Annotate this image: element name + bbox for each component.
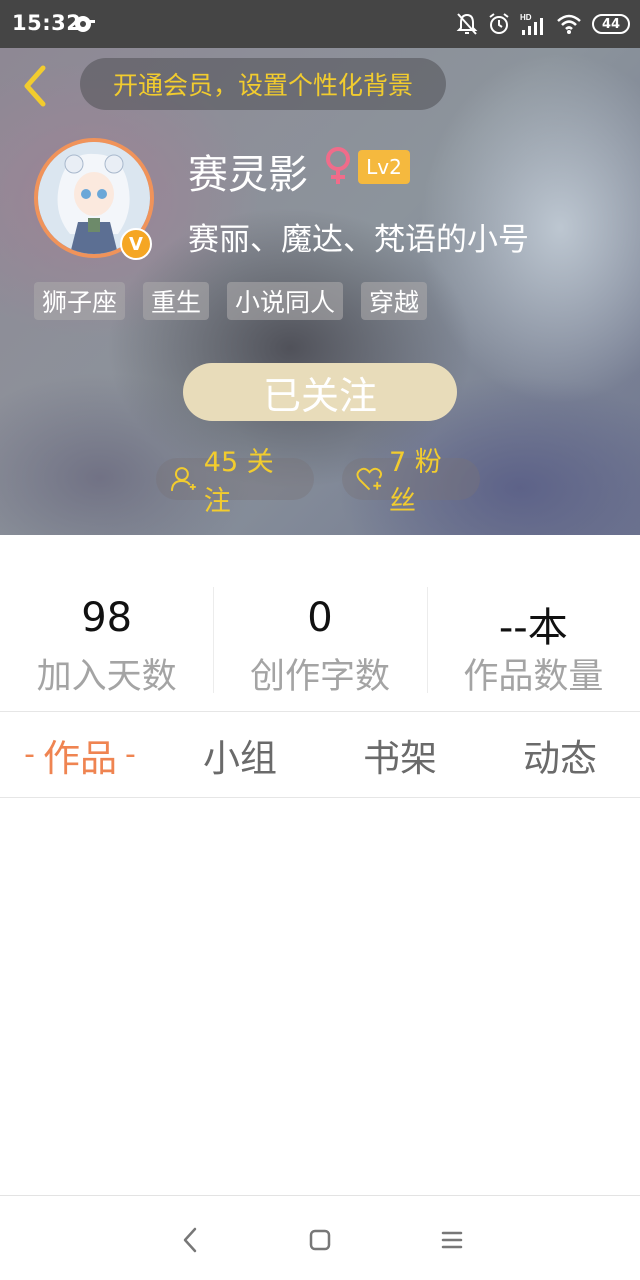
female-icon bbox=[326, 147, 350, 184]
nav-home-button[interactable] bbox=[302, 1222, 338, 1258]
profile-header: 开通会员，设置个性化背景 V 赛灵影 Lv2 赛丽、魔达、梵语的小号 狮子座 重… bbox=[0, 48, 640, 535]
status-bar: 15:32 HD 44 bbox=[0, 0, 640, 48]
back-button[interactable] bbox=[14, 62, 54, 110]
stat-label: 加入天数 bbox=[36, 657, 177, 697]
tab-label: 作品 bbox=[43, 736, 117, 780]
profile-tabs: - 作品 - 小组 书架 动态 bbox=[0, 711, 640, 798]
tab-label: 小组 bbox=[203, 736, 277, 780]
media-icon bbox=[75, 16, 95, 32]
tag-list: 狮子座 重生 小说同人 穿越 bbox=[34, 282, 428, 320]
level-badge: Lv2 bbox=[358, 150, 410, 184]
stat-join-days: 98 加入天数 bbox=[0, 535, 213, 711]
tag[interactable]: 穿越 bbox=[361, 282, 428, 320]
back-arrow-icon bbox=[24, 65, 46, 107]
tab-groups[interactable]: 小组 bbox=[160, 712, 320, 797]
stat-value: 0 bbox=[307, 595, 333, 641]
tab-indicator-right: - bbox=[125, 737, 136, 772]
tag[interactable]: 小说同人 bbox=[227, 282, 344, 320]
heart-plus-icon bbox=[356, 467, 383, 491]
vip-background-promo[interactable]: 开通会员，设置个性化背景 bbox=[80, 58, 446, 110]
tag[interactable]: 狮子座 bbox=[34, 282, 126, 320]
tag[interactable]: 重生 bbox=[143, 282, 210, 320]
following-text: 45 关注 bbox=[203, 447, 274, 517]
wifi-icon bbox=[557, 14, 581, 34]
nav-menu-button[interactable] bbox=[434, 1222, 470, 1258]
username: 赛灵影 bbox=[188, 152, 308, 198]
status-icons: HD 44 bbox=[456, 10, 630, 38]
tab-label: 书架 bbox=[363, 736, 437, 780]
nav-menu-icon bbox=[441, 1231, 463, 1249]
stat-value: --本 bbox=[498, 605, 568, 651]
bell-off-icon bbox=[456, 13, 478, 35]
following-count-button[interactable]: 45 关注 bbox=[156, 447, 314, 517]
battery-level: 44 bbox=[601, 16, 621, 32]
stat-works-count: --本 作品数量 bbox=[426, 535, 640, 711]
tab-bookshelf[interactable]: 书架 bbox=[320, 712, 480, 797]
alarm-icon bbox=[489, 13, 509, 34]
verified-badge: V bbox=[120, 228, 152, 260]
nav-back-button[interactable] bbox=[172, 1222, 208, 1258]
nav-back-icon bbox=[183, 1227, 197, 1253]
fans-text: 7 粉丝 bbox=[389, 447, 442, 517]
stats-row: 98 加入天数 0 创作字数 --本 作品数量 bbox=[0, 535, 640, 711]
battery-icon: 44 bbox=[592, 14, 630, 34]
follow-button[interactable]: 已关注 bbox=[183, 363, 457, 421]
signal-icon: HD bbox=[520, 13, 543, 35]
svg-text:HD: HD bbox=[520, 13, 532, 22]
tab-activity[interactable]: 动态 bbox=[480, 712, 640, 797]
tab-label: 动态 bbox=[523, 736, 597, 780]
stat-label: 创作字数 bbox=[249, 657, 390, 697]
system-nav-bar bbox=[0, 1195, 640, 1280]
add-user-icon bbox=[170, 467, 196, 491]
nav-home-icon bbox=[309, 1229, 331, 1251]
stat-word-count: 0 创作字数 bbox=[213, 535, 426, 711]
tab-indicator-left: - bbox=[24, 737, 35, 772]
fans-count-button[interactable]: 7 粉丝 bbox=[342, 447, 480, 517]
tab-works[interactable]: - 作品 - bbox=[0, 712, 160, 797]
stat-label: 作品数量 bbox=[463, 657, 604, 697]
user-bio: 赛丽、魔达、梵语的小号 bbox=[188, 222, 529, 258]
stat-value: 98 bbox=[81, 595, 133, 641]
status-time: 15:32 bbox=[12, 11, 82, 35]
